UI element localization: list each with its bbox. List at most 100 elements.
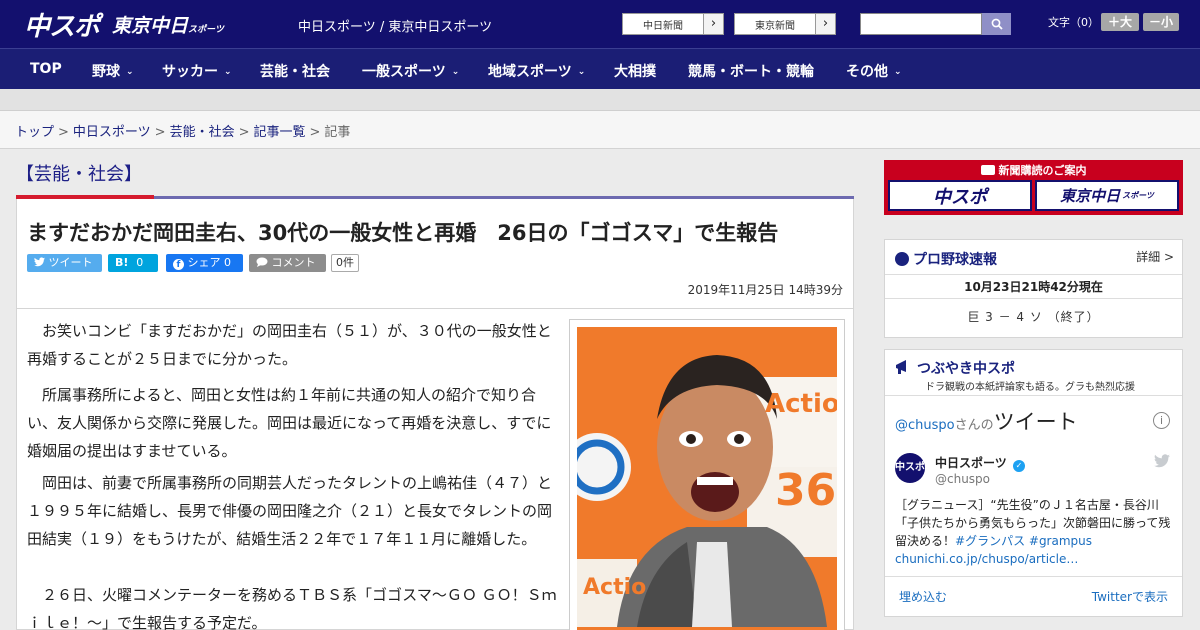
breadcrumb: トップ > 中日スポーツ > 芸能・社会 > 記事一覧 > 記事: [0, 111, 1200, 149]
baseball-widget-title-text: プロ野球速報: [913, 252, 997, 268]
nav-soccer-label: サッカー: [162, 64, 218, 80]
chevron-right-icon: ›: [815, 14, 835, 34]
breadcrumb-entertainment[interactable]: 芸能・社会: [170, 125, 235, 140]
view-on-twitter-link[interactable]: Twitterで表示: [1092, 588, 1168, 605]
nav-top-label: TOP: [30, 61, 62, 77]
twitter-widget: つぶやき中スポ ドラ観戦の本紙評論家も語る。グラも熱烈応援 @chuspoさんの…: [884, 349, 1183, 617]
baseball-status: 10月23日21時42分現在: [885, 274, 1182, 299]
article-photo[interactable]: Actio 36 Actio: [569, 319, 845, 630]
tokyo-shimbun-link[interactable]: 東京新聞 ›: [734, 13, 836, 35]
nav-sumo-label: 大相撲: [614, 64, 656, 80]
photo-image: Actio 36 Actio: [577, 327, 837, 630]
speech-bubble-icon: [256, 257, 268, 267]
breadcrumb-article-list[interactable]: 記事一覧: [254, 125, 306, 140]
photo-backdrop-text-2: Actio: [583, 575, 647, 600]
timeline-title: @chuspoさんのツイート: [895, 406, 1078, 436]
subscription-banner[interactable]: 新聞購読のご案内 中スポ 東京中日 スポーツ: [884, 160, 1183, 215]
tokyo-shimbun-label: 東京新聞: [755, 20, 795, 32]
publish-date: 2019年11月25日 14時39分: [687, 283, 843, 297]
article-paragraph: ２６日、火曜コメンテーターを務めるＴＢＳ系「ゴゴスマ～ＧＯ ＧＯ！Ｓｍｉｌｅ！～…: [27, 586, 557, 630]
baseball-icon: [895, 252, 909, 266]
nav-baseball[interactable]: 野球 ⌄: [92, 61, 134, 81]
nav-other[interactable]: その他 ⌄: [846, 61, 902, 81]
timeline-san: さんの: [954, 418, 994, 433]
timeline-handle[interactable]: @chuspo: [895, 418, 955, 433]
comment-button[interactable]: コメント: [249, 254, 326, 272]
breadcrumb-top[interactable]: トップ: [15, 125, 54, 140]
breadcrumb-current: 記事: [324, 125, 351, 140]
subscription-title: 新聞購読のご案内: [884, 162, 1183, 178]
nav-local-sports[interactable]: 地域スポーツ ⌄: [488, 61, 585, 81]
search-input[interactable]: [860, 13, 982, 35]
photo-backdrop-text: Actio: [765, 389, 837, 419]
tokyo-chunichi-logo[interactable]: 東京中日スポーツ: [112, 11, 224, 38]
chuspo-logo[interactable]: 中スポ: [24, 6, 100, 43]
twitter-icon: [34, 257, 45, 267]
nav-other-label: その他: [846, 64, 888, 80]
article-paragraph: 所属事務所によると、岡田と女性は約１年前に共通の知人の紹介で知り合い、友人関係か…: [27, 386, 552, 460]
font-size-label: 文字（0）: [1048, 16, 1099, 29]
subscribe-chuspo-logo[interactable]: 中スポ: [888, 180, 1032, 211]
breadcrumb-chunichi-sports[interactable]: 中日スポーツ: [73, 125, 151, 140]
site-name: 中日スポーツ / 東京中日スポーツ: [298, 20, 493, 35]
tweet-account-name[interactable]: 中日スポーツ ✓: [935, 454, 1025, 472]
tokyo-chunichi-logo-text: 東京中日: [112, 15, 189, 37]
baseball-detail-link[interactable]: 詳細 >: [1136, 248, 1174, 265]
info-icon[interactable]: i: [1153, 412, 1170, 429]
chunichi-shimbun-link[interactable]: 中日新聞 ›: [622, 13, 724, 35]
tweets-widget-subtitle: ドラ観戦の本紙評論家も語る。グラも熱烈応援: [925, 382, 1135, 393]
category-heading: 【芸能・社会】: [16, 164, 142, 185]
facebook-share-button[interactable]: f シェア 0: [166, 254, 243, 272]
breadcrumb-separator: >: [58, 125, 69, 140]
facebook-icon: f: [173, 259, 184, 270]
tweet-account-name-text: 中日スポーツ: [935, 456, 1007, 470]
chevron-down-icon: ⌄: [577, 67, 586, 77]
tweets-footer: 埋め込む Twitterで表示: [885, 576, 1182, 616]
subscribe-tokyo-chunichi-small: スポーツ: [1122, 191, 1154, 200]
nav-baseball-label: 野球: [92, 64, 120, 80]
tweet-button[interactable]: ツイート: [27, 254, 102, 272]
tweet-link[interactable]: chunichi.co.jp/chuspo/article…: [895, 552, 1078, 566]
nav-racing-label: 競馬・ボート・競輪: [688, 64, 814, 80]
breadcrumb-separator: >: [309, 125, 321, 140]
nav-sumo[interactable]: 大相撲: [614, 61, 656, 81]
newspaper-icon: [980, 165, 995, 175]
baseball-widget-title: プロ野球速報: [895, 249, 997, 269]
search-icon: [991, 18, 1003, 30]
embed-link[interactable]: 埋め込む: [899, 588, 947, 605]
font-larger-button[interactable]: ＋大: [1101, 13, 1139, 31]
baseball-score[interactable]: 巨 3 － 4 ソ （終了）: [885, 308, 1182, 325]
hatena-icon: B!: [115, 256, 129, 269]
hatena-bookmark-button[interactable]: B! 0: [108, 254, 158, 272]
chevron-right-icon: ›: [703, 14, 723, 34]
nav-entertainment[interactable]: 芸能・社会: [260, 61, 330, 81]
baseball-scores-widget: プロ野球速報 詳細 > 10月23日21時42分現在 巨 3 － 4 ソ （終了…: [884, 239, 1183, 338]
photo-backdrop-number: 36: [775, 465, 837, 516]
font-smaller-button[interactable]: －小: [1143, 13, 1179, 31]
tweets-divider: [885, 395, 1182, 396]
twitter-bird-icon[interactable]: [1154, 454, 1170, 468]
nav-racing[interactable]: 競馬・ボート・競輪: [688, 61, 814, 81]
facebook-share-label: シェア: [187, 256, 221, 269]
chunichi-shimbun-label: 中日新聞: [643, 20, 683, 32]
tweets-widget-title: つぶやき中スポ: [895, 358, 1015, 378]
article-header: ますだおかだ岡田圭右、30代の一般女性と再婚 26日の「ゴゴスマ」で生報告 ツイ…: [16, 199, 854, 309]
ad-strip: [0, 89, 1200, 111]
comment-label: コメント: [271, 256, 316, 269]
nav-general-sports[interactable]: 一般スポーツ ⌄: [362, 61, 459, 81]
search-button[interactable]: [982, 13, 1011, 35]
chevron-down-icon: ⌄: [224, 67, 232, 77]
nav-top[interactable]: TOP: [30, 61, 62, 77]
facebook-share-count: 0: [224, 256, 231, 269]
tweet-hashtags[interactable]: #グランパス #grampus: [955, 534, 1092, 548]
tweet-account-handle[interactable]: @chuspo: [935, 472, 990, 486]
nav-entertainment-label: 芸能・社会: [260, 64, 330, 80]
article-paragraph: お笑いコンビ「ますだおかだ」の岡田圭右（５１）が、３０代の一般女性と再婚すること…: [27, 322, 552, 368]
article-headline: ますだおかだ岡田圭右、30代の一般女性と再婚 26日の「ゴゴスマ」で生報告: [27, 221, 779, 245]
nav-soccer[interactable]: サッカー ⌄: [162, 61, 232, 81]
nav-local-sports-label: 地域スポーツ: [488, 64, 572, 80]
subscribe-tokyo-chunichi-logo[interactable]: 東京中日 スポーツ: [1035, 180, 1179, 211]
main-nav: TOP 野球 ⌄ サッカー ⌄ 芸能・社会 一般スポーツ ⌄ 地域スポーツ ⌄ 大相撲 …: [0, 48, 1200, 89]
avatar[interactable]: 中スポ: [895, 453, 925, 483]
subscription-title-text: 新聞購読のご案内: [998, 164, 1087, 177]
